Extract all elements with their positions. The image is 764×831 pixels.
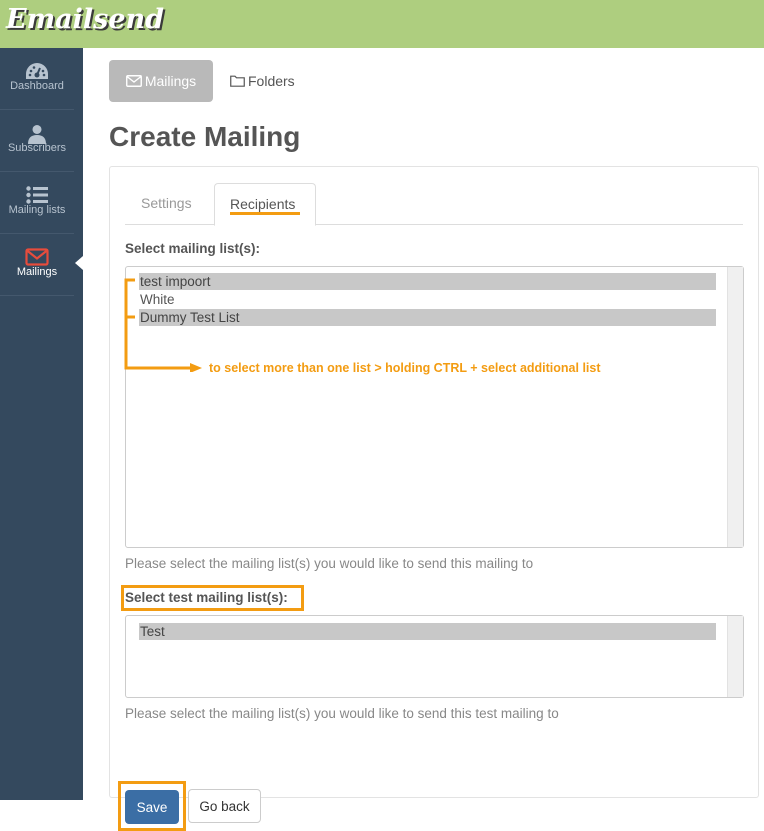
folders-nav-button[interactable]: Folders [230,60,295,102]
test-lists-select[interactable]: Test [125,615,744,698]
scrollbar[interactable] [727,616,743,697]
sidebar-item-mailings[interactable]: Mailings [0,234,83,296]
tab-recipients-label: Recipients [230,196,296,212]
tab-settings[interactable]: Settings [126,183,207,225]
mailings-nav-button[interactable]: Mailings [109,60,213,102]
dashboard-icon [0,48,74,80]
sidebar-item-label: Subscribers [7,142,67,154]
mailings-nav-label: Mailings [144,73,197,89]
envelope-icon [125,75,142,87]
sidebar-item-label: Dashboard [10,80,64,92]
mailing-lists-select[interactable]: test impoort White Dummy Test List [125,266,744,548]
folder-icon [230,75,245,87]
page-title: Create Mailing [109,121,301,152]
test-list-option[interactable]: Test [139,623,716,640]
test-lists-label: Select test mailing list(s): [125,590,288,605]
sidebar-item-subscribers[interactable]: Subscribers [0,110,74,172]
annotation-text: to select more than one list > holding C… [209,361,601,375]
sidebar: Dashboard Subscribers Mailing lists Mail… [0,48,83,800]
tab-recipients[interactable]: Recipients [214,183,316,226]
sidebar-item-mailing-lists[interactable]: Mailing lists [0,172,74,234]
save-button[interactable]: Save [125,790,179,824]
sidebar-item-label: Mailing lists [8,204,66,216]
create-mailing-panel: Settings Recipients Select mailing list(… [109,166,759,831]
scrollbar[interactable] [727,267,743,547]
active-indicator [75,256,83,270]
mailing-lists-help: Please select the mailing list(s) you wo… [125,556,534,571]
top-bar: Emailsend [0,0,764,48]
sidebar-item-dashboard[interactable]: Dashboard [0,48,74,110]
envelope-icon [0,234,74,266]
mailing-list-option[interactable]: Dummy Test List [139,309,716,326]
highlight-underline [230,212,300,215]
tab-bar: Settings Recipients [125,183,743,226]
mailing-list-option[interactable]: White [139,291,716,308]
folders-nav-label: Folders [248,73,295,89]
mailing-list-option[interactable]: test impoort [139,273,716,290]
mailing-lists-label: Select mailing list(s): [125,241,261,256]
annotation-bracket-arrow [124,278,202,372]
main-content: Mailings Folders Create Mailing Settings… [83,48,764,831]
list-icon [0,172,74,204]
sidebar-item-label: Mailings [16,266,58,278]
user-icon [0,110,74,144]
go-back-button[interactable]: Go back [188,789,261,823]
app-logo[interactable]: Emailsend [6,4,164,35]
test-lists-help: Please select the mailing list(s) you wo… [125,706,559,721]
